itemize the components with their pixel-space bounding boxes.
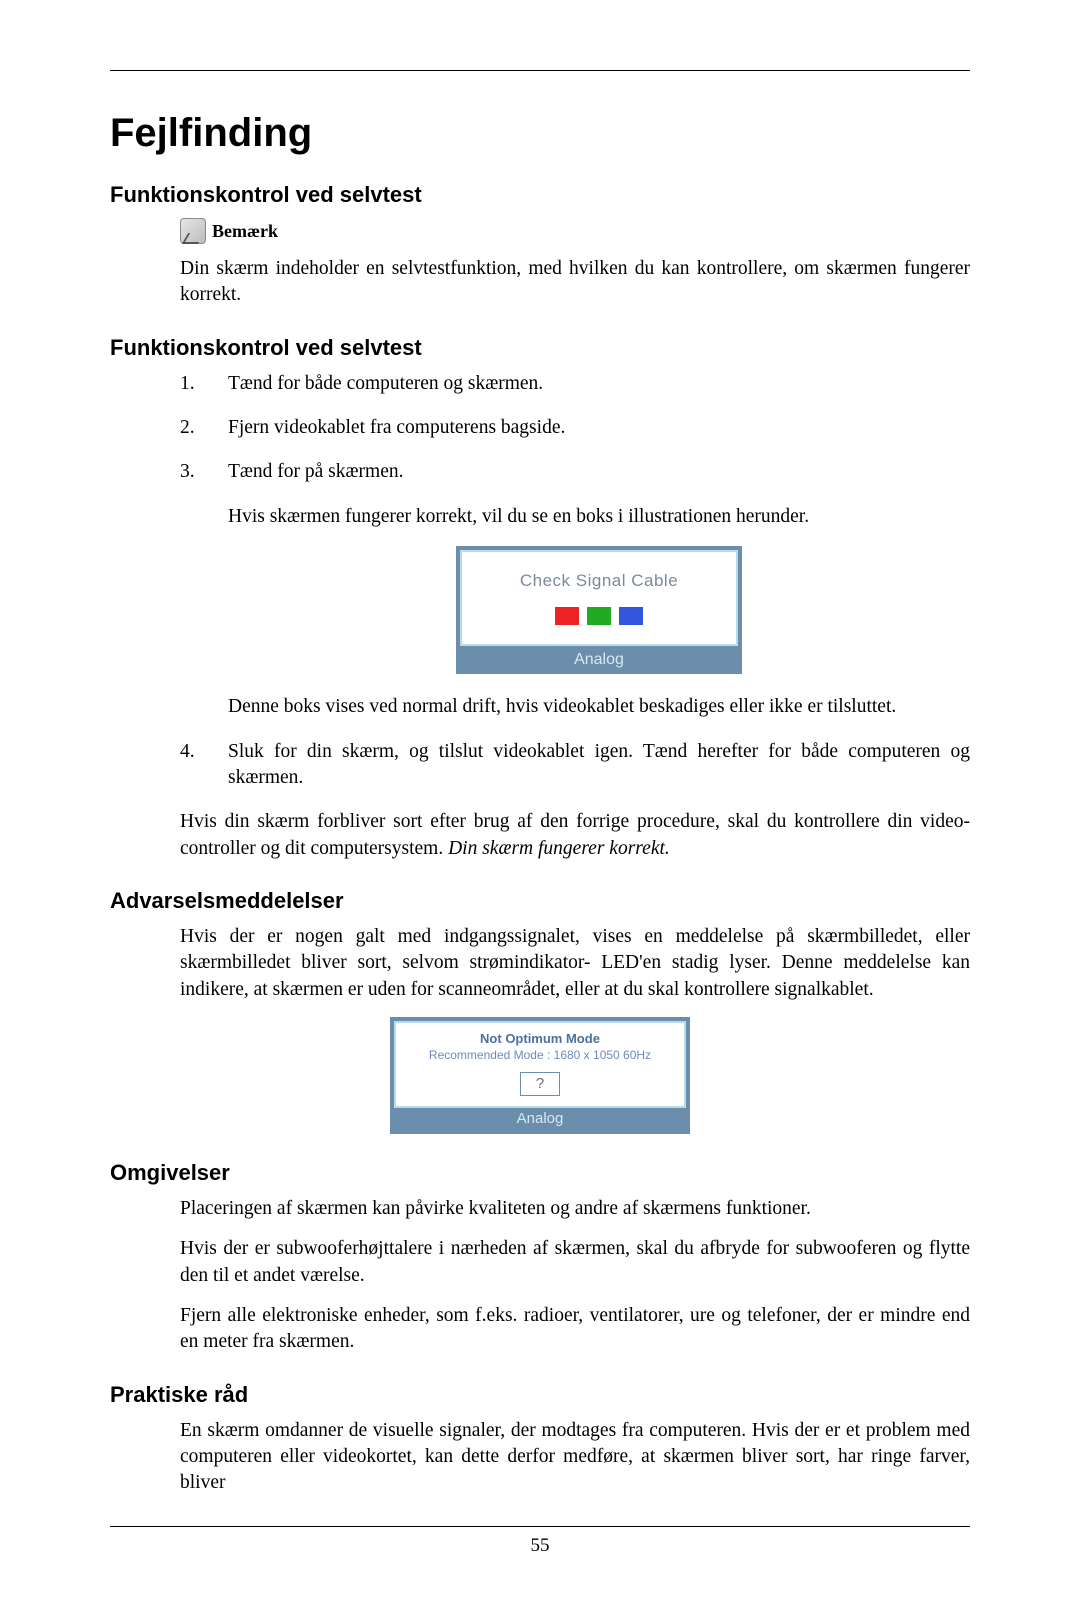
section-heading-environment: Omgivelser bbox=[110, 1160, 970, 1186]
osd-frame: Not Optimum Mode Recommended Mode : 1680… bbox=[390, 1017, 690, 1134]
top-rule bbox=[110, 70, 970, 71]
osd-figure-check-signal: Check Signal Cable Analog bbox=[456, 546, 742, 675]
paragraph-after-steps: Hvis din skærm forbliver sort efter brug… bbox=[180, 809, 970, 862]
step-4: Sluk for din skærm, og tilslut videokabl… bbox=[180, 739, 970, 792]
section-heading-selftest-1: Funktionskontrol ved selvtest bbox=[110, 182, 970, 208]
osd-bar: Analog bbox=[394, 1108, 686, 1130]
page-title: Fejlfinding bbox=[110, 111, 970, 156]
green-swatch bbox=[587, 607, 611, 625]
osd-question-box: ? bbox=[520, 1072, 560, 1096]
step-2: Fjern videokablet fra computerens bagsid… bbox=[180, 415, 970, 441]
step-3-sub-2: Denne boks vises ved normal drift, hvis … bbox=[228, 694, 970, 720]
paragraph: Fjern alle elektroniske enheder, som f.e… bbox=[180, 1303, 970, 1356]
step-3: Tænd for på skærmen. Hvis skærmen funger… bbox=[180, 459, 970, 721]
step-3-sub-1: Hvis skærmen fungerer korrekt, vil du se… bbox=[228, 504, 970, 530]
step-3-text: Tænd for på skærmen. bbox=[228, 461, 403, 482]
osd-header-1: Not Optimum Mode bbox=[402, 1031, 678, 1046]
step-1: Tænd for både computeren og skærmen. bbox=[180, 371, 970, 397]
section-heading-selftest-2: Funktionskontrol ved selvtest bbox=[110, 335, 970, 361]
osd-bar: Analog bbox=[460, 646, 738, 675]
paragraph: Din skærm indeholder en selvtestfunktion… bbox=[180, 256, 970, 309]
osd-frame: Check Signal Cable Analog bbox=[456, 546, 742, 675]
osd-inner: Not Optimum Mode Recommended Mode : 1680… bbox=[394, 1021, 686, 1108]
note-label: Bemærk bbox=[212, 221, 278, 242]
red-swatch bbox=[555, 607, 579, 625]
osd-inner: Check Signal Cable bbox=[460, 550, 738, 646]
section-heading-warnings: Advarselsmeddelelser bbox=[110, 888, 970, 914]
bottom-rule: 55 bbox=[110, 1526, 970, 1557]
paragraph: En skærm omdanner de visuelle signaler, … bbox=[180, 1418, 970, 1497]
osd-figure-not-optimum: Not Optimum Mode Recommended Mode : 1680… bbox=[390, 1017, 690, 1134]
paragraph: Hvis der er subwooferhøjttalere i nærhed… bbox=[180, 1236, 970, 1289]
blue-swatch bbox=[619, 607, 643, 625]
note-icon bbox=[180, 218, 206, 244]
document-page: Fejlfinding Funktionskontrol ved selvtes… bbox=[0, 0, 1080, 1597]
paragraph: Placeringen af skærmen kan påvirke kvali… bbox=[180, 1196, 970, 1222]
note-row: Bemærk bbox=[180, 218, 970, 244]
paragraph: Hvis der er nogen galt med indgangssigna… bbox=[180, 924, 970, 1003]
section-heading-tips: Praktiske råd bbox=[110, 1382, 970, 1408]
page-number: 55 bbox=[531, 1535, 550, 1556]
osd-header-2: Recommended Mode : 1680 x 1050 60Hz bbox=[402, 1048, 678, 1062]
rgb-swatches bbox=[555, 607, 643, 625]
ordered-steps: Tænd for både computeren og skærmen. Fje… bbox=[180, 371, 970, 792]
osd-message: Check Signal Cable bbox=[520, 570, 678, 593]
after-steps-italic: Din skærm fungerer korrekt. bbox=[448, 838, 670, 859]
